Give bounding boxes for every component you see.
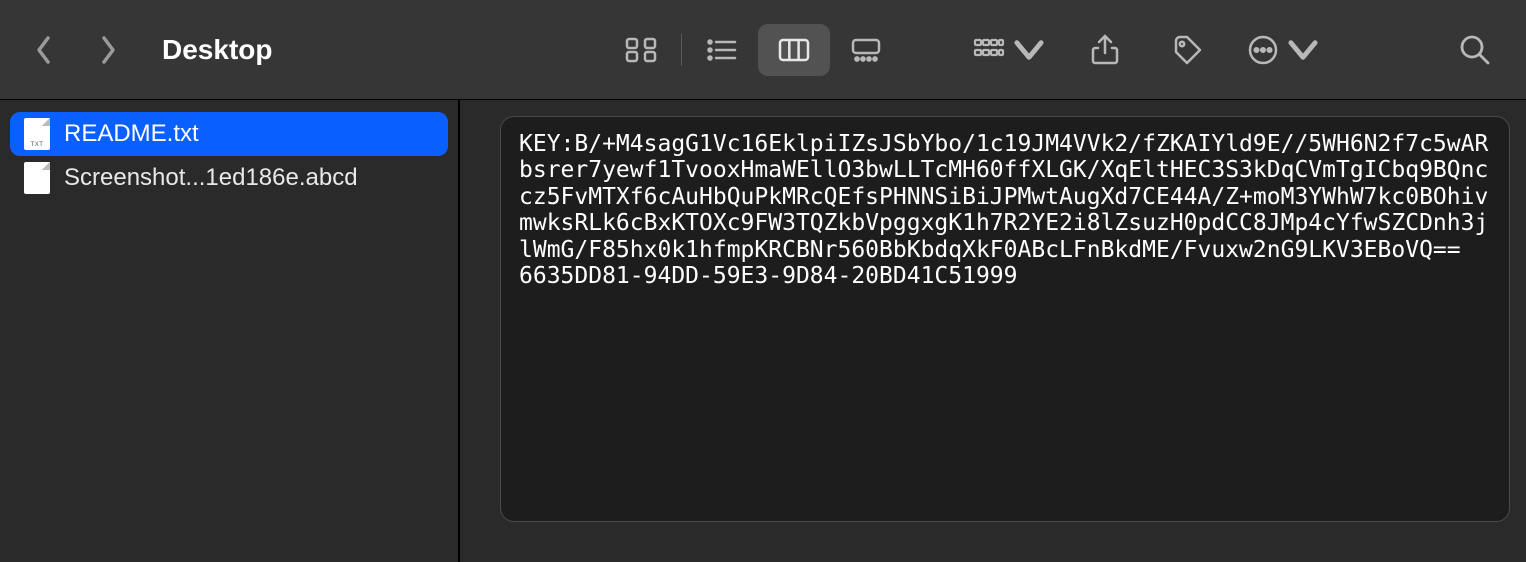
file-name: Screenshot...1ed186e.abcd (64, 164, 358, 192)
column-view-button[interactable] (758, 24, 830, 76)
preview-column: KEY:B/+M4sagG1Vc16EklpiIZsJSbYbo/1c19JM4… (460, 100, 1526, 562)
share-button[interactable] (1082, 27, 1128, 73)
gallery-view-button[interactable] (830, 24, 902, 76)
view-mode-group (605, 24, 902, 76)
file-icon (24, 162, 50, 194)
search-button[interactable] (1452, 27, 1498, 73)
file-preview-content: KEY:B/+M4sagG1Vc16EklpiIZsJSbYbo/1c19JM4… (500, 116, 1510, 522)
file-row-readme[interactable]: TXT README.txt (10, 112, 448, 156)
forward-button[interactable] (94, 30, 122, 70)
chevron-down-icon (1012, 33, 1046, 67)
location-title: Desktop (162, 34, 272, 66)
back-button[interactable] (30, 30, 58, 70)
toolbar-divider (681, 34, 682, 66)
more-actions-button[interactable] (1246, 27, 1320, 73)
file-row-screenshot[interactable]: Screenshot...1ed186e.abcd (10, 156, 448, 200)
toolbar: Desktop (0, 0, 1526, 100)
file-name: README.txt (64, 120, 199, 148)
icon-view-button[interactable] (605, 24, 677, 76)
file-list-column: TXT README.txt Screenshot...1ed186e.abcd (0, 100, 460, 562)
group-by-button[interactable] (972, 27, 1046, 73)
chevron-down-icon (1286, 33, 1320, 67)
text-file-icon: TXT (24, 118, 50, 150)
list-view-button[interactable] (686, 24, 758, 76)
action-group (972, 27, 1498, 73)
tags-button[interactable] (1164, 27, 1210, 73)
